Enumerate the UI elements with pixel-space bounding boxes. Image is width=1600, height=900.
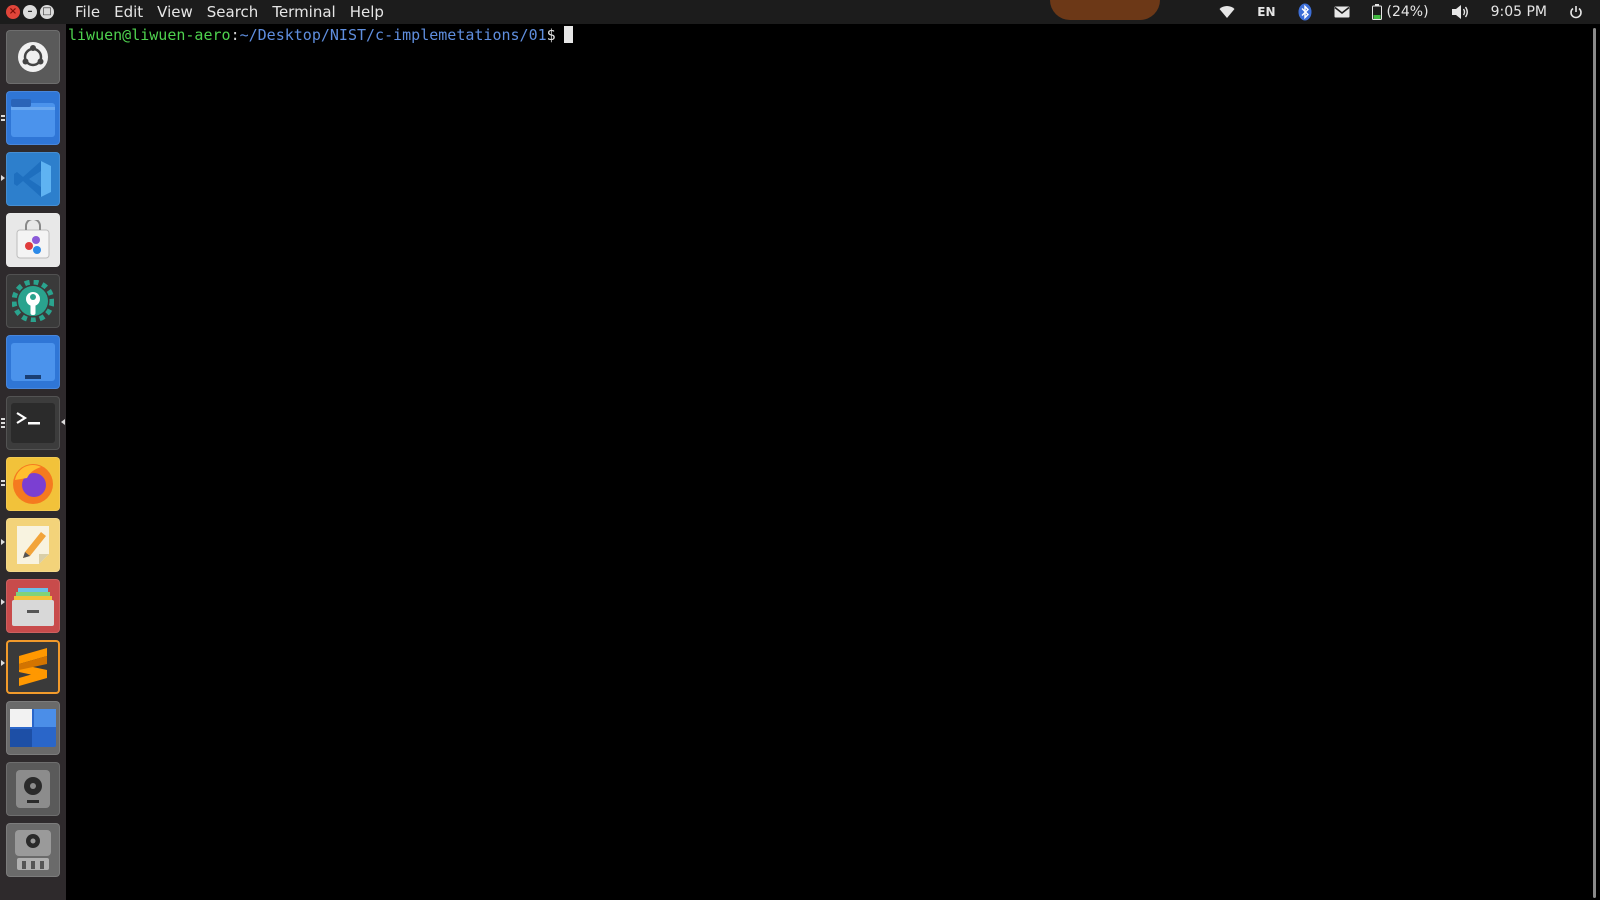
prompt-user-host: liwuen@liwuen-aero bbox=[68, 26, 231, 44]
battery-indicator[interactable]: (24%) bbox=[1361, 4, 1440, 20]
drive-icon bbox=[16, 770, 50, 808]
launcher-item-drive[interactable] bbox=[6, 762, 60, 816]
launcher-item-firefox[interactable] bbox=[6, 457, 60, 511]
system-settings-icon bbox=[12, 280, 54, 322]
menu-edit[interactable]: Edit bbox=[107, 3, 150, 21]
menu-search[interactable]: Search bbox=[200, 3, 266, 21]
keyboard-layout-indicator[interactable]: EN bbox=[1246, 5, 1286, 19]
launcher-item-archive[interactable] bbox=[6, 579, 60, 633]
prompt-symbol: $ bbox=[546, 26, 556, 44]
mail-icon[interactable] bbox=[1323, 6, 1361, 18]
prompt-colon: : bbox=[230, 26, 240, 44]
vscode-icon bbox=[14, 161, 51, 197]
window-controls: × – □ bbox=[0, 5, 54, 19]
launcher-item-desktop[interactable] bbox=[6, 701, 60, 755]
wallpaper-peek bbox=[1050, 0, 1160, 20]
running-indicator bbox=[1, 599, 5, 605]
file-manager-icon bbox=[12, 588, 54, 626]
menu-file[interactable]: File bbox=[68, 3, 107, 21]
prompt-line: liwuen@liwuen-aero:~/Desktop/NIST/c-impl… bbox=[68, 26, 573, 44]
running-indicator bbox=[1, 416, 5, 430]
clock[interactable]: 9:05 PM bbox=[1480, 4, 1558, 20]
battery-percentage: (24%) bbox=[1386, 4, 1429, 20]
sublime-text-icon bbox=[19, 648, 47, 686]
maximize-window-button[interactable]: □ bbox=[40, 5, 54, 19]
files-icon bbox=[11, 99, 55, 137]
terminal-icon bbox=[11, 403, 55, 443]
bluetooth-icon[interactable] bbox=[1287, 3, 1323, 21]
launcher-item-usb-drive[interactable] bbox=[6, 823, 60, 877]
launcher-item-workspaces[interactable] bbox=[6, 335, 60, 389]
launcher-item-software[interactable] bbox=[6, 213, 60, 267]
prompt-path: ~/Desktop/NIST/c-implemetations/01 bbox=[239, 26, 547, 44]
running-indicator bbox=[1, 113, 5, 123]
minimize-window-button[interactable]: – bbox=[23, 5, 37, 19]
launcher-item-terminal[interactable] bbox=[6, 396, 60, 450]
battery-icon bbox=[1371, 4, 1382, 20]
active-indicator bbox=[61, 419, 65, 425]
firefox-icon bbox=[13, 464, 53, 504]
text-editor-icon bbox=[17, 526, 49, 564]
terminal-scrollbar[interactable] bbox=[1593, 28, 1596, 898]
menu-view[interactable]: View bbox=[150, 3, 200, 21]
menu-terminal[interactable]: Terminal bbox=[265, 3, 342, 21]
desktop-icon bbox=[10, 709, 56, 747]
ubuntu-dash-icon bbox=[18, 42, 48, 72]
launcher-item-files[interactable] bbox=[6, 91, 60, 145]
volume-icon[interactable] bbox=[1440, 4, 1480, 20]
workspace-switcher-icon bbox=[11, 343, 55, 381]
top-panel: × – □ File Edit View Search Terminal Hel… bbox=[0, 0, 1600, 24]
launcher bbox=[0, 24, 66, 900]
menubar: File Edit View Search Terminal Help bbox=[68, 3, 391, 21]
terminal-window[interactable]: liwuen@liwuen-aero:~/Desktop/NIST/c-impl… bbox=[66, 24, 1600, 900]
usb-drive-icon bbox=[15, 830, 51, 870]
launcher-item-vscode[interactable] bbox=[6, 152, 60, 206]
launcher-item-dash[interactable] bbox=[6, 30, 60, 84]
running-indicator bbox=[1, 175, 5, 181]
running-indicator bbox=[1, 478, 5, 488]
launcher-item-settings[interactable] bbox=[6, 274, 60, 328]
menu-help[interactable]: Help bbox=[343, 3, 391, 21]
power-icon[interactable] bbox=[1558, 5, 1594, 19]
wifi-icon[interactable] bbox=[1208, 5, 1246, 19]
text-cursor bbox=[563, 26, 573, 43]
launcher-item-sublime[interactable] bbox=[6, 640, 60, 694]
running-indicator bbox=[1, 660, 5, 666]
running-indicator bbox=[1, 539, 5, 545]
launcher-item-text-editor[interactable] bbox=[6, 518, 60, 572]
close-window-button[interactable]: × bbox=[6, 5, 20, 19]
indicator-area: EN (24%) 9:05 PM bbox=[1208, 3, 1600, 21]
software-center-icon bbox=[16, 220, 50, 259]
